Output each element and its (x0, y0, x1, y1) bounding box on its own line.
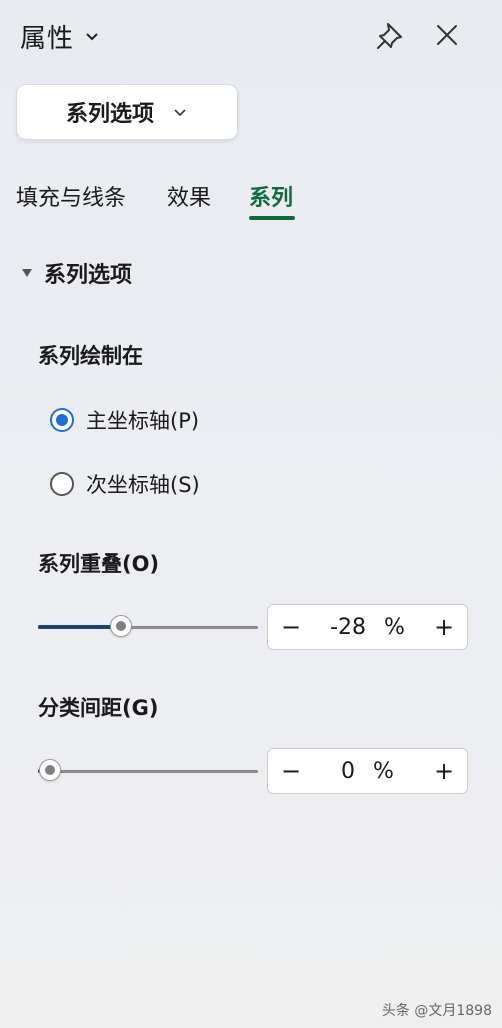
unit-text: % (384, 614, 405, 640)
secondary-axis-option[interactable]: 次坐标轴(S) (50, 466, 200, 502)
gap-width-stepper: − 0 % + (267, 748, 468, 794)
active-tab-indicator (249, 216, 295, 220)
slider-thumb[interactable] (109, 615, 132, 637)
panel-title-menu[interactable]: 属性 (20, 18, 100, 54)
gap-width-input[interactable]: 0 % (314, 759, 421, 784)
increment-button[interactable]: + (421, 605, 467, 649)
series-overlap-label: 系列重叠(O) (38, 552, 160, 576)
options-dropdown[interactable]: 系列选项 (16, 84, 238, 140)
series-overlap-input[interactable]: -28 % (314, 615, 421, 640)
decrement-button[interactable]: − (268, 749, 314, 793)
slider-fill (38, 625, 121, 629)
chevron-down-icon (86, 33, 98, 41)
section-series-options-toggle[interactable]: 系列选项 (20, 256, 132, 290)
panel-title: 属性 (20, 23, 75, 54)
value-text: 0 (341, 758, 356, 784)
gap-width-slider[interactable] (38, 757, 258, 787)
radio-label: 主坐标轴(P) (86, 409, 200, 433)
radio-label: 次坐标轴(S) (86, 473, 200, 497)
value-text: -28 (330, 614, 367, 640)
tab-fill-line[interactable]: 填充与线条 (16, 180, 126, 212)
section-title: 系列选项 (44, 263, 133, 288)
close-icon[interactable] (430, 18, 464, 52)
watermark: 头条 @文月1898 (381, 1003, 492, 1019)
radio-button[interactable] (50, 472, 74, 496)
radio-button-checked[interactable] (50, 408, 74, 432)
caret-down-icon (22, 269, 32, 277)
tab-series[interactable]: 系列 (249, 180, 293, 212)
gap-width-label: 分类间距(G) (38, 696, 159, 720)
tab-effects[interactable]: 效果 (167, 180, 211, 212)
decrement-button[interactable]: − (268, 605, 314, 649)
slider-track (38, 770, 258, 773)
primary-axis-option[interactable]: 主坐标轴(P) (50, 402, 199, 438)
pin-icon[interactable] (374, 18, 408, 52)
increment-button[interactable]: + (421, 749, 467, 793)
slider-thumb[interactable] (39, 759, 61, 781)
chevron-down-icon (174, 109, 186, 117)
series-overlap-stepper: − -28 % + (267, 604, 468, 650)
plot-series-on-label: 系列绘制在 (38, 344, 143, 368)
series-overlap-slider[interactable] (38, 613, 258, 643)
unit-text: % (373, 758, 394, 784)
dropdown-label: 系列选项 (65, 102, 154, 127)
